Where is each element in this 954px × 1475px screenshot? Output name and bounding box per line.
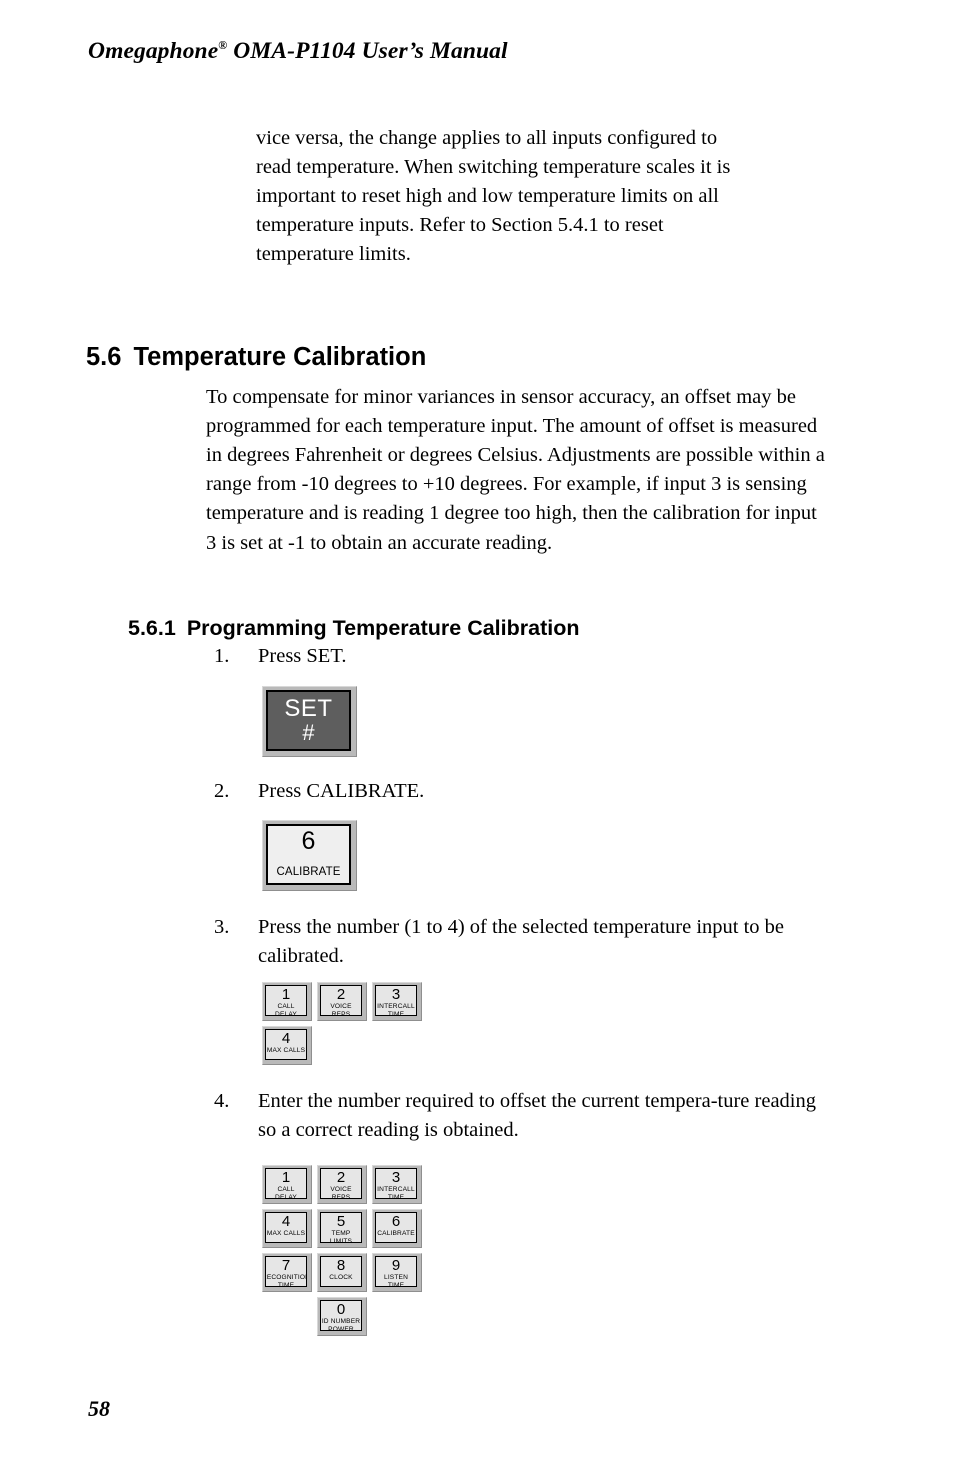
key-sub-label: CLOCK bbox=[329, 1273, 353, 1281]
key-main-label: 5 bbox=[336, 1213, 346, 1230]
step-item-1: 1. Press SET. bbox=[214, 642, 634, 671]
key-sub-label: RECOGNITION TIME bbox=[266, 1273, 306, 1287]
key-face: 0 ID NUMBER POWER bbox=[320, 1300, 362, 1331]
keypad-key-3[interactable]: 3 INTERCALL TIME bbox=[372, 1165, 422, 1204]
key-main-label: 3 bbox=[391, 1169, 401, 1186]
key-face: 1 CALL DELAY bbox=[265, 1168, 307, 1199]
step-text: Enter the number required to offset the … bbox=[258, 1090, 817, 1142]
keypad-key-2[interactable]: 2 VOICE REPS bbox=[317, 982, 367, 1021]
keypad-key-4[interactable]: 4 MAX CALLS bbox=[262, 1026, 312, 1065]
step-item-4: 4. Enter the number required to offset t… bbox=[214, 1087, 828, 1145]
key-main-label: 2 bbox=[336, 986, 346, 1003]
step-item-3: 3. Press the number (1 to 4) of the sele… bbox=[214, 913, 814, 971]
key-sub-label: VOICE REPS bbox=[330, 1002, 352, 1016]
key-sub-label: LISTEN TIME SOUND bbox=[384, 1273, 408, 1287]
key-sub-label: # bbox=[302, 720, 315, 746]
step-item-2: 2. Press CALIBRATE. bbox=[214, 777, 634, 806]
key-face: 6 CALIBRATE bbox=[266, 824, 351, 885]
step-text: Press the number (1 to 4) of the selecte… bbox=[258, 916, 785, 968]
keypad-key-9[interactable]: 9 LISTEN TIME SOUND bbox=[372, 1253, 422, 1292]
key-face: 1 CALL DELAY bbox=[265, 985, 307, 1016]
step-text: Press SET. bbox=[258, 645, 347, 667]
key-face: SET # bbox=[266, 690, 351, 751]
key-sub-label: INTERCALL TIME bbox=[377, 1002, 415, 1016]
header-title-rest: OMA-P1104 User’s Manual bbox=[227, 38, 508, 64]
keypad-key-set[interactable]: SET # bbox=[262, 686, 357, 757]
key-main-label: 8 bbox=[336, 1257, 346, 1274]
key-main-label: 6 bbox=[391, 1213, 401, 1230]
key-face: 2 VOICE REPS bbox=[320, 1168, 362, 1199]
key-face: 4 MAX CALLS bbox=[265, 1029, 307, 1060]
key-sub-label: MAX CALLS bbox=[266, 1229, 306, 1237]
keypad-key-3[interactable]: 3 INTERCALL TIME bbox=[372, 982, 422, 1021]
intro-paragraph: vice versa, the change applies to all in… bbox=[256, 126, 731, 266]
key-sub-label: INTERCALL TIME bbox=[377, 1185, 415, 1199]
key-face: 8 CLOCK bbox=[320, 1256, 362, 1287]
key-face: 9 LISTEN TIME SOUND bbox=[375, 1256, 417, 1287]
header-title-main: Omegaphone bbox=[88, 38, 219, 64]
section-title: Temperature Calibration bbox=[133, 343, 427, 372]
subsection-number: 5.6.1 bbox=[128, 615, 176, 640]
key-face: 2 VOICE REPS bbox=[320, 985, 362, 1016]
key-sub-label: MAX CALLS bbox=[266, 1046, 306, 1054]
section-paragraph: To compensate for minor variances in sen… bbox=[206, 385, 825, 554]
section-heading-5-6: 5.6 Temperature Calibration bbox=[86, 343, 426, 372]
key-sub-label: CALL DELAY bbox=[275, 1002, 297, 1016]
key-main-label: 2 bbox=[336, 1169, 346, 1186]
keypad-key-4[interactable]: 4 MAX CALLS bbox=[262, 1209, 312, 1248]
key-main-label: 4 bbox=[281, 1213, 291, 1230]
key-main-label: 3 bbox=[391, 986, 401, 1003]
key-main-label: 7 bbox=[281, 1257, 291, 1274]
key-sub-label: TEMP LIMITS bbox=[329, 1229, 353, 1243]
key-main-label: 0 bbox=[336, 1301, 346, 1318]
key-sub-label: VOICE REPS bbox=[330, 1185, 352, 1199]
key-face: 7 RECOGNITION TIME bbox=[265, 1256, 307, 1287]
key-face: 3 INTERCALL TIME bbox=[375, 985, 417, 1016]
page-header: Omegaphone® OMA-P1104 User’s Manual bbox=[88, 38, 508, 65]
step-number: 1. bbox=[214, 645, 230, 667]
step-number: 4. bbox=[214, 1090, 230, 1112]
keypad-key-1[interactable]: 1 CALL DELAY bbox=[262, 1165, 312, 1204]
keypad-key-0[interactable]: 0 ID NUMBER POWER bbox=[317, 1297, 367, 1336]
keypad-key-5[interactable]: 5 TEMP LIMITS bbox=[317, 1209, 367, 1248]
keypad-key-8[interactable]: 8 CLOCK bbox=[317, 1253, 367, 1292]
key-sub-label: CALIBRATE bbox=[276, 865, 341, 878]
keypad-key-2[interactable]: 2 VOICE REPS bbox=[317, 1165, 367, 1204]
step-text: Press CALIBRATE. bbox=[258, 780, 425, 802]
section-number: 5.6 bbox=[86, 343, 122, 372]
key-sub-label: CALIBRATE bbox=[377, 1229, 415, 1237]
keypad-key-7[interactable]: 7 RECOGNITION TIME bbox=[262, 1253, 312, 1292]
key-face: 5 TEMP LIMITS bbox=[320, 1212, 362, 1243]
key-main-label: 1 bbox=[281, 986, 291, 1003]
registered-trademark-symbol: ® bbox=[218, 38, 228, 53]
key-main-label: SET bbox=[284, 694, 333, 722]
page-number: 58 bbox=[88, 1396, 110, 1421]
key-face: 6 CALIBRATE bbox=[375, 1212, 417, 1243]
key-face: 3 INTERCALL TIME bbox=[375, 1168, 417, 1199]
subsection-title: Programming Temperature Calibration bbox=[186, 615, 580, 640]
key-main-label: 4 bbox=[281, 1030, 291, 1047]
key-sub-label: CALL DELAY bbox=[275, 1185, 297, 1199]
key-main-label: 9 bbox=[391, 1257, 401, 1274]
keypad-key-6[interactable]: 6 CALIBRATE bbox=[372, 1209, 422, 1248]
keypad-key-calibrate[interactable]: 6 CALIBRATE bbox=[262, 820, 357, 891]
step-number: 2. bbox=[214, 780, 230, 802]
key-main-label: 1 bbox=[281, 1169, 291, 1186]
key-face: 4 MAX CALLS bbox=[265, 1212, 307, 1243]
keypad-key-1[interactable]: 1 CALL DELAY bbox=[262, 982, 312, 1021]
key-sub-label: ID NUMBER POWER bbox=[321, 1317, 361, 1331]
key-main-label: 6 bbox=[301, 827, 316, 855]
subsection-heading-5-6-1: 5.6.1 Programming Temperature Calibration bbox=[128, 616, 579, 641]
step-number: 3. bbox=[214, 916, 230, 938]
